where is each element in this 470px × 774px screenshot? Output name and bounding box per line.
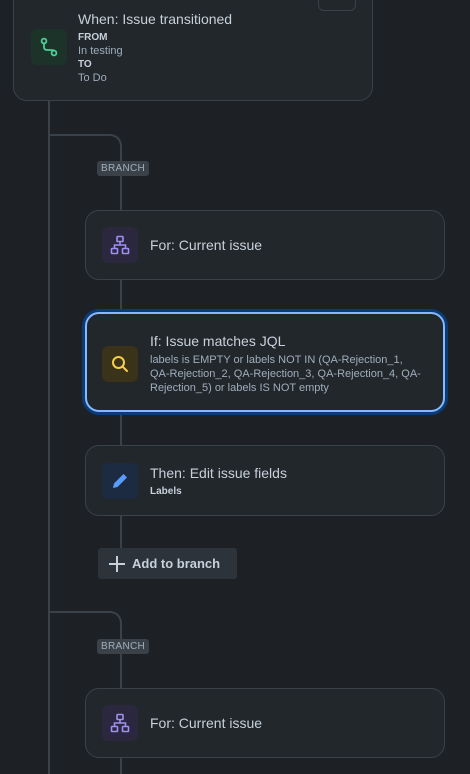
add-to-branch-label: Add to branch (132, 556, 221, 571)
edit-issue-fields-card[interactable]: Then: Edit issue fields Labels (85, 445, 445, 516)
jql-condition-description: labels is EMPTY or labels NOT IN (QA-Rej… (150, 354, 421, 394)
branch-label: BRANCH (97, 161, 150, 176)
trigger-to-label: TO (78, 59, 92, 70)
jql-condition-card[interactable]: If: Issue matches JQL labels is EMPTY or… (85, 312, 445, 412)
trigger-from-label: FROM (78, 32, 108, 43)
branch2-for-title: For: Current issue (150, 715, 263, 731)
transition-icon (31, 29, 67, 65)
trigger-card[interactable]: When: Issue transitioned FROM In testing… (13, 0, 373, 101)
add-to-branch-button[interactable]: Add to branch (98, 548, 237, 579)
branch1-for-title: For: Current issue (150, 237, 263, 253)
branch2-label: BRANCH (97, 639, 150, 654)
branch2-for-card[interactable]: For: Current issue (85, 688, 445, 758)
search-icon (102, 346, 138, 382)
branch2-connector-curve (98, 611, 122, 635)
main-connector-line (48, 100, 50, 774)
plus-icon (108, 555, 126, 573)
trigger-from-value: In testing (78, 45, 123, 57)
hierarchy-icon (102, 227, 138, 263)
branch1-for-card[interactable]: For: Current issue (85, 210, 445, 280)
edit-action-subtitle: Labels (150, 486, 182, 497)
trigger-to-value: To Do (78, 72, 107, 84)
edit-action-title: Then: Edit issue fields (150, 465, 287, 481)
trigger-title: When: Issue transitioned (78, 11, 233, 27)
hierarchy-icon (102, 705, 138, 741)
branch1-connector-curve (98, 134, 122, 158)
trigger-menu-button[interactable] (318, 0, 356, 11)
jql-condition-title: If: Issue matches JQL (150, 333, 286, 349)
pencil-icon (102, 463, 138, 499)
